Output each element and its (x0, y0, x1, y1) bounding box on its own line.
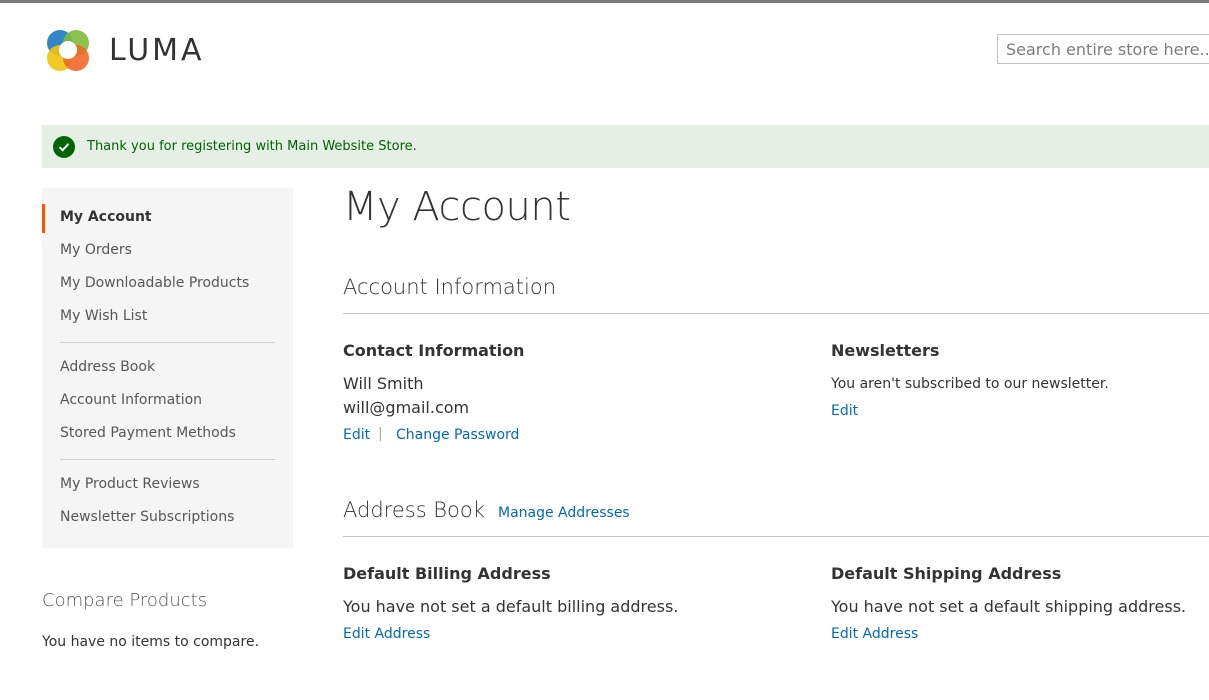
sidebar-item-my-account[interactable]: My Account (60, 209, 152, 225)
sidebar-item-downloadable-products[interactable]: My Downloadable Products (60, 275, 249, 291)
logo-text: LUMA (109, 32, 205, 68)
page-title: My Account (343, 184, 571, 230)
sidebar-item-address-book[interactable]: Address Book (60, 359, 155, 375)
account-information-title: Account Information (343, 275, 557, 299)
billing-address-title: Default Billing Address (343, 564, 551, 583)
edit-shipping-address-link[interactable]: Edit Address (831, 626, 918, 642)
link-separator: | (378, 426, 383, 442)
checkmark-icon (53, 135, 75, 158)
section-divider (343, 313, 1209, 314)
edit-billing-address-link[interactable]: Edit Address (343, 626, 430, 642)
address-book-title: Address Book (343, 498, 485, 522)
contact-information-title: Contact Information (343, 341, 525, 360)
store-logo[interactable]: LUMA (43, 25, 205, 75)
compare-products-title: Compare Products (42, 590, 208, 611)
current-item-indicator (42, 204, 45, 233)
sidebar-item-newsletter-subscriptions[interactable]: Newsletter Subscriptions (60, 509, 234, 525)
contact-email: will@gmail.com (343, 398, 470, 417)
contact-name: Will Smith (343, 374, 424, 393)
top-border (0, 0, 1209, 3)
manage-addresses-link[interactable]: Manage Addresses (498, 505, 630, 521)
billing-address-text: You have not set a default billing addre… (343, 597, 679, 616)
sidebar-item-wish-list[interactable]: My Wish List (60, 308, 147, 324)
shipping-address-text: You have not set a default shipping addr… (831, 597, 1187, 616)
sidebar-item-stored-payment-methods[interactable]: Stored Payment Methods (60, 425, 236, 441)
sidebar-divider (60, 342, 275, 343)
sidebar-item-my-orders[interactable]: My Orders (60, 242, 132, 258)
shipping-address-title: Default Shipping Address (831, 564, 1062, 583)
sidebar-divider (60, 459, 275, 460)
success-message-text: Thank you for registering with Main Webs… (87, 139, 417, 154)
success-message: Thank you for registering with Main Webs… (42, 125, 1209, 168)
newsletters-title: Newsletters (831, 341, 940, 360)
sidebar-item-account-information[interactable]: Account Information (60, 392, 202, 408)
newsletter-status-text: You aren't subscribed to our newsletter. (831, 376, 1109, 392)
section-divider (343, 536, 1209, 537)
sidebar-item-product-reviews[interactable]: My Product Reviews (60, 476, 200, 492)
change-password-link[interactable]: Change Password (396, 427, 519, 443)
edit-contact-link[interactable]: Edit (343, 427, 370, 443)
edit-newsletter-link[interactable]: Edit (831, 403, 858, 419)
compare-empty-text: You have no items to compare. (42, 634, 260, 650)
luma-logo-icon (47, 30, 89, 71)
search-input[interactable] (997, 34, 1209, 64)
